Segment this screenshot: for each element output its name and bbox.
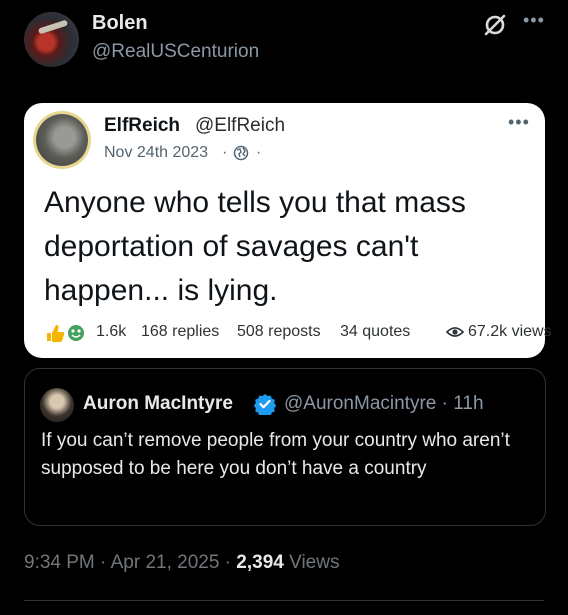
quoted-tweet-date: Nov 24th 2023 <box>104 144 209 161</box>
embedded-tweet-card[interactable]: Auron MacIntyre @AuronMacintyre · 11h If… <box>24 368 546 526</box>
author-avatar[interactable] <box>24 12 79 67</box>
tweet-views-count[interactable]: 2,394 <box>236 552 284 573</box>
quoted-author-avatar[interactable] <box>36 114 88 166</box>
eye-icon <box>446 327 464 337</box>
quoted-author-name[interactable]: ElfReich <box>104 115 180 137</box>
tweet-footer: 9:34 PM · Apr 21, 2025 · 2,394 Views <box>24 552 339 574</box>
author-handle[interactable]: @RealUSCenturion <box>92 41 259 63</box>
embedded-author-handle[interactable]: @AuronMacintyre · 11h <box>284 393 484 415</box>
views-count[interactable]: 67.2k views <box>468 323 552 341</box>
quotes-count[interactable]: 34 quotes <box>340 323 410 341</box>
quoted-tweet-card[interactable]: ElfReich @ElfReich Nov 24th 2023 · · •••… <box>24 103 552 358</box>
quoted-author-handle[interactable]: @ElfReich <box>195 115 285 137</box>
reposts-count[interactable]: 508 reposts <box>237 323 321 341</box>
tweet-header: Bolen @RealUSCenturion ••• <box>0 0 568 80</box>
separator-dot: · <box>222 144 228 161</box>
globe-icon <box>233 145 249 161</box>
more-options-icon[interactable]: ••• <box>523 11 545 29</box>
embedded-tweet-text: If you can’t remove people from your cou… <box>41 430 510 479</box>
reactions-count[interactable]: 1.6k <box>96 323 126 341</box>
reactions-icon[interactable] <box>44 321 90 343</box>
tweet-timestamp[interactable]: 9:34 PM · Apr 21, 2025 · <box>24 552 236 573</box>
replies-count[interactable]: 168 replies <box>141 323 219 341</box>
quoted-more-options-icon[interactable]: ••• <box>508 113 530 131</box>
quoted-tweet-text: Anyone who tells you that mass deportati… <box>44 186 466 307</box>
separator-dot: · <box>256 144 262 161</box>
quoted-tweet-stats: 1.6k 168 replies 508 reposts 34 quotes 6… <box>44 321 552 345</box>
embedded-author-name[interactable]: Auron MacIntyre <box>83 393 233 415</box>
verified-badge-icon <box>254 394 276 415</box>
author-display-name[interactable]: Bolen <box>92 12 148 35</box>
tweet-views-label: Views <box>283 552 340 573</box>
grok-icon[interactable] <box>481 11 509 39</box>
divider <box>24 600 544 601</box>
embedded-author-avatar[interactable] <box>40 388 74 422</box>
